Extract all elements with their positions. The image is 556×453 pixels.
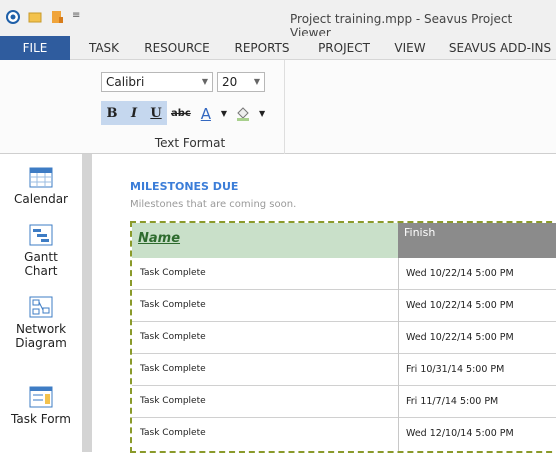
open-icon[interactable] [28,9,42,23]
milestones-table[interactable]: Name Finish Task Complete Wed 10/22/14 5… [132,223,556,453]
cell-name: Task Complete [140,428,206,438]
cell-finish: Wed 10/22/14 5:00 PM [406,268,514,279]
chevron-down-icon: ▼ [201,77,208,86]
cell-finish: Fri 10/31/14 5:00 PM [406,364,505,375]
cell-finish: Wed 12/10/14 5:00 PM [406,428,514,439]
sidebar-item-label: Gantt Chart [24,250,58,278]
cell-name: Task Complete [140,300,206,310]
task-form-icon [29,386,53,408]
table-row[interactable]: Task Complete Wed 10/22/14 5:00 PM [132,322,556,354]
tab-task[interactable]: TASK [84,36,124,60]
font-size-select[interactable]: 20 ▼ [217,72,265,92]
report-area: MILESTONES DUE Milestones that are comin… [92,154,556,453]
column-header-label: Finish [404,226,436,239]
sidebar-item-calendar[interactable]: Calendar [0,166,82,206]
group-label: Text Format [154,136,226,150]
ribbon-tabs: FILE TASK RESOURCE REPORTS PROJECT VIEW … [0,36,556,60]
sidebar-item-label: Task Form [11,412,71,426]
column-divider [398,258,399,453]
sidebar-item-task-form[interactable]: Task Form [0,386,82,426]
gantt-chart-icon [29,224,53,246]
table-row[interactable]: Task Complete Wed 10/22/14 5:00 PM [132,290,556,322]
font-color-dropdown[interactable]: ▼ [217,101,231,125]
column-header-finish[interactable]: Finish [398,223,556,258]
view-bar: Calendar Gantt Chart Network Diagram Tas… [0,154,82,452]
font-size-value: 20 [222,75,238,89]
format-buttons: B I U abc A ▼ ▼ [101,100,269,126]
report-title: MILESTONES DUE [130,180,239,193]
cell-name: Task Complete [140,268,206,278]
tab-file[interactable]: FILE [0,36,70,60]
font-name-value: Calibri [106,75,145,89]
italic-button[interactable]: I [123,101,145,125]
table-row[interactable]: Task Complete Wed 12/10/14 5:00 PM [132,418,556,450]
bold-button[interactable]: B [101,101,123,125]
sidebar-divider[interactable] [82,154,92,452]
title-bar: ≡ Project training.mpp - Seavus Project … [0,0,556,40]
network-diagram-icon [29,296,53,318]
table-row[interactable]: Task Complete Fri 10/31/14 5:00 PM [132,354,556,386]
table-row[interactable]: Task Complete Wed 10/22/14 5:00 PM [132,258,556,290]
text-format-group: Calibri ▼ 20 ▼ B I U abc A ▼ ▼ Text Form… [95,60,285,154]
table-row[interactable]: Task Complete Fri 11/7/14 5:00 PM [132,386,556,418]
quick-access-toolbar: ≡ [6,9,86,24]
paint-bucket-icon [237,107,249,121]
sidebar-item-gantt-chart[interactable]: Gantt Chart [0,224,82,278]
report-subtitle: Milestones that are coming soon. [130,199,297,210]
tab-reports[interactable]: REPORTS [230,36,294,60]
calendar-icon [29,166,53,188]
underline-button[interactable]: U [145,101,167,125]
customize-icon[interactable]: ≡ [72,9,86,23]
tab-resource[interactable]: RESOURCE [140,36,214,60]
strikethrough-button[interactable]: abc [167,101,195,125]
sidebar-item-label: Calendar [14,192,68,206]
cell-name: Task Complete [140,396,206,406]
font-name-select[interactable]: Calibri ▼ [101,72,213,92]
cell-name: Task Complete [140,332,206,342]
tab-seavus-add-ins[interactable]: SEAVUS ADD-INS [446,36,554,60]
tab-project[interactable]: PROJECT [314,36,374,60]
save-icon[interactable] [50,9,64,23]
sidebar-item-network-diagram[interactable]: Network Diagram [0,296,82,350]
cell-finish: Wed 10/22/14 5:00 PM [406,332,514,343]
cell-finish: Wed 10/22/14 5:00 PM [406,300,514,311]
fill-color-button[interactable] [231,101,255,125]
app-icon[interactable] [6,9,20,24]
cell-name: Task Complete [140,364,206,374]
font-color-glyph: A [200,105,211,123]
fill-color-dropdown[interactable]: ▼ [255,101,269,125]
chevron-down-icon: ▼ [253,77,260,86]
font-color-button[interactable]: A [195,101,217,125]
ribbon: Calibri ▼ 20 ▼ B I U abc A ▼ ▼ Text Form… [0,60,556,154]
column-header-label: Name [138,231,181,246]
sidebar-item-label: Network Diagram [15,322,67,350]
tab-view[interactable]: VIEW [390,36,430,60]
column-header-name[interactable]: Name [132,223,398,258]
cell-finish: Fri 11/7/14 5:00 PM [406,396,499,407]
